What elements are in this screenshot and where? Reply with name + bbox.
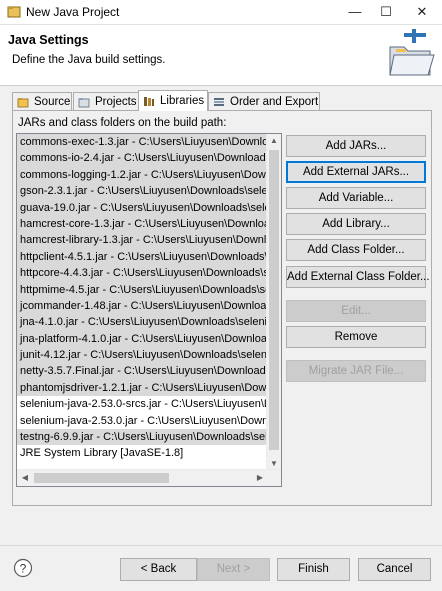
list-item[interactable]: junit-4.12.jar - C:\Users\Liuyusen\Downl… [17,347,268,364]
list-item[interactable]: commons-io-2.4.jar - C:\Users\Liuyusen\D… [17,150,268,167]
eclipse-icon [7,6,21,18]
list-item[interactable]: selenium-java-2.53.0-srcs.jar - C:\Users… [17,396,268,412]
list-item[interactable]: jna-platform-4.1.0.jar - C:\Users\Liuyus… [17,330,268,348]
build-path-list[interactable]: commons-exec-1.3.jar - C:\Users\Liuyusen… [16,133,282,487]
projects-icon [78,98,90,108]
list-item[interactable]: selenium-java-2.53.0.jar - C:\Users\Liuy… [17,413,268,429]
tab-order-and-export-label: Order and Export [230,96,319,108]
list-item[interactable]: hamcrest-library-1.3.jar - C:\Users\Liuy… [17,232,268,249]
list-item[interactable]: jna-4.1.0.jar - C:\Users\Liuyusen\Downlo… [17,314,268,331]
vertical-scrollbar[interactable]: ▲ ▼ [266,134,281,471]
add-variable-button[interactable]: Add Variable... [286,187,426,209]
horizontal-scrollbar[interactable]: ◀ ▶ [17,469,281,486]
list-item[interactable]: hamcrest-core-1.3.jar - C:\Users\Liuyuse… [17,215,268,233]
tab-projects-label: Projects [95,96,137,108]
list-item[interactable]: httpcore-4.4.3.jar - C:\Users\Liuyusen\D… [17,265,268,282]
add-external-jars-button[interactable]: Add External JARs... [286,161,426,183]
maximize-button[interactable]: ☐ [368,0,404,24]
list-item[interactable]: JRE System Library [JavaSE-1.8] [17,445,268,461]
tab-projects[interactable]: Projects [73,92,139,110]
close-button[interactable]: ✕ [404,0,440,24]
add-jars-button[interactable]: Add JARs... [286,135,426,157]
window-title: New Java Project [26,5,120,19]
add-external-class-folder-button[interactable]: Add External Class Folder... [286,266,430,288]
migrate-jar-button[interactable]: Migrate JAR File... [286,360,426,382]
horizontal-scroll-thumb[interactable] [34,473,169,483]
list-item[interactable]: httpclient-4.5.1.jar - C:\Users\Liuyusen… [17,248,268,266]
help-icon[interactable]: ? [13,558,33,578]
tab-libraries[interactable]: Libraries [138,90,208,111]
list-item[interactable]: httpmime-4.5.jar - C:\Users\Liuyusen\Dow… [17,281,268,298]
scroll-right-icon[interactable]: ▶ [253,471,267,485]
tab-source[interactable]: Source [12,92,72,110]
build-path-rows: commons-exec-1.3.jar - C:\Users\Liuyusen… [17,134,268,462]
vertical-scroll-thumb[interactable] [269,150,279,450]
footer-separator [0,545,442,546]
scrollbar-corner [267,470,281,486]
cancel-button[interactable]: Cancel [358,558,431,581]
list-item[interactable]: guava-19.0.jar - C:\Users\Liuyusen\Downl… [17,199,268,216]
tab-source-label: Source [34,96,71,108]
title-bar: New Java Project — ☐ ✕ [0,0,442,25]
scroll-left-icon[interactable]: ◀ [18,471,32,485]
list-item[interactable]: testng-6.9.9.jar - C:\Users\Liuyusen\Dow… [17,429,268,446]
add-class-folder-button[interactable]: Add Class Folder... [286,239,426,261]
next-button[interactable]: Next > [197,558,270,581]
scroll-up-icon[interactable]: ▲ [267,134,281,148]
add-library-button[interactable]: Add Library... [286,213,426,235]
remove-button[interactable]: Remove [286,326,426,348]
tab-order-and-export[interactable]: Order and Export [208,92,320,110]
order-export-icon [214,98,224,106]
list-item[interactable]: netty-3.5.7.Final.jar - C:\Users\Liuyuse… [17,363,268,380]
edit-button[interactable]: Edit... [286,300,426,322]
wizard-header: Java Settings Define the Java build sett… [0,25,442,86]
list-item[interactable]: gson-2.3.1.jar - C:\Users\Liuyusen\Downl… [17,183,268,200]
finish-button[interactable]: Finish [277,558,350,581]
tab-libraries-label: Libraries [160,95,205,107]
page-description: Define the Java build settings. [12,54,166,66]
list-item[interactable]: commons-exec-1.3.jar - C:\Users\Liuyusen… [17,134,268,151]
list-item[interactable]: commons-logging-1.2.jar - C:\Users\Liuyu… [17,166,268,184]
libraries-icon [144,97,154,106]
help-glyph: ? [20,562,27,576]
list-item[interactable]: phantomjsdriver-1.2.1.jar - C:\Users\Liu… [17,379,268,397]
list-item[interactable]: jcommander-1.48.jar - C:\Users\Liuyusen\… [17,297,268,315]
new-java-project-folder-icon [389,29,435,76]
source-folder-icon [17,98,29,108]
build-path-list-label: JARs and class folders on the build path… [18,117,227,129]
back-button[interactable]: < Back [120,558,197,581]
page-title: Java Settings [8,33,89,47]
